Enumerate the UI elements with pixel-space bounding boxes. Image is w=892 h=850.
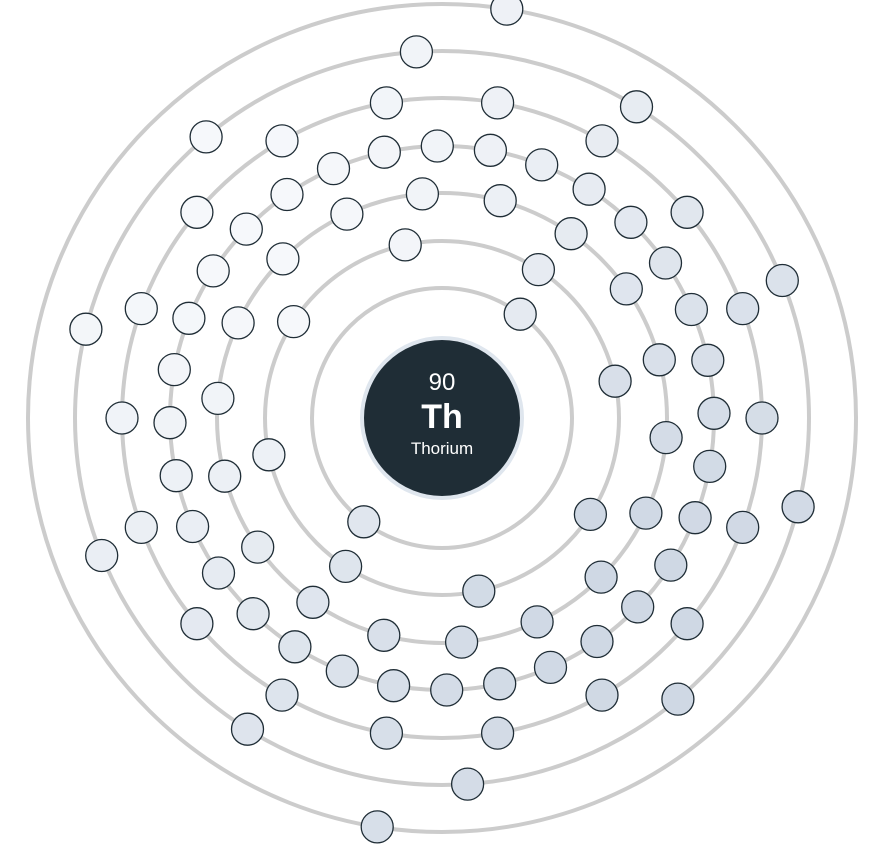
- electron-shell-5-2: [480, 86, 515, 120]
- electron-shell-4-27: [172, 301, 206, 335]
- electron-shell-5-10: [480, 716, 515, 750]
- electron-shell-3-9: [520, 605, 554, 639]
- electron-shell-6-7: [230, 712, 265, 746]
- electron-shell-4-13: [621, 590, 655, 624]
- electron-shell-2-5: [462, 574, 496, 608]
- electron-shell-4-7: [674, 292, 709, 327]
- electron-shell-3-4: [609, 272, 643, 306]
- electron-shell-5-5: [726, 291, 760, 326]
- electron-shell-7-1: [490, 0, 524, 26]
- element-name: Thorium: [411, 439, 473, 458]
- electron-shell-5-13: [180, 607, 214, 641]
- nucleus: 90 Th Thorium: [360, 336, 524, 500]
- electron-shell-3-6: [649, 420, 683, 455]
- electron-shell-5-18: [265, 124, 299, 158]
- electron-shell-6-2: [619, 90, 654, 124]
- electron-shell-5-4: [670, 195, 704, 229]
- electron-shell-7-2: [360, 810, 394, 844]
- electron-shell-6-5: [661, 682, 695, 716]
- electron-shell-4-4: [572, 172, 606, 206]
- electron-shell-4-25: [153, 406, 187, 440]
- electron-shell-5-9: [585, 678, 619, 712]
- electron-shell-4-15: [533, 650, 568, 685]
- electron-shell-3-3: [554, 217, 588, 251]
- electron-shell-5-12: [265, 678, 299, 712]
- electron-shell-3-8: [584, 560, 618, 594]
- electron-shell-4-29: [229, 212, 263, 246]
- electron-shell-3-14: [208, 459, 242, 493]
- electron-shell-6-3: [765, 263, 799, 298]
- electron-shell-3-18: [330, 197, 364, 231]
- electron-shell-4-20: [278, 630, 312, 664]
- electron-shell-4-32: [367, 135, 401, 169]
- electron-shell-4-16: [483, 667, 517, 701]
- electron-shell-4-23: [175, 509, 210, 544]
- electron-shell-4-2: [473, 133, 508, 167]
- electron-shell-5-11: [369, 716, 404, 750]
- electron-shell-2-8: [276, 304, 311, 339]
- electron-shell-4-8: [691, 343, 725, 377]
- electron-shell-4-24: [159, 459, 193, 493]
- electron-shell-5-14: [124, 510, 158, 545]
- atomic-number: 90: [429, 369, 456, 396]
- electron-shell-4-11: [678, 501, 712, 535]
- electron-shell-3-2: [483, 184, 517, 218]
- electron-shell-4-1: [420, 129, 454, 163]
- electron-shell-2-3: [598, 364, 632, 398]
- electron-shell-6-10: [189, 120, 223, 154]
- electron-shell-5-15: [105, 401, 139, 435]
- electron-shell-2-4: [573, 497, 608, 532]
- electron-shell-4-30: [270, 177, 304, 212]
- electron-shell-4-26: [157, 352, 191, 387]
- electron-shell-5-16: [124, 291, 158, 326]
- electron-shell-4-21: [236, 597, 270, 631]
- electron-shell-2-6: [328, 549, 363, 584]
- electron-shell-diagram: 90 Th Thorium: [26, 0, 858, 844]
- electron-shell-6-8: [85, 538, 119, 573]
- electron-shell-4-14: [580, 624, 614, 659]
- electron-shell-3-10: [444, 625, 479, 659]
- electron-shell-5-1: [369, 86, 404, 120]
- electron-shell-4-22: [201, 556, 236, 590]
- electron-shell-5-6: [745, 401, 779, 435]
- electron-shell-3-12: [296, 585, 330, 619]
- electron-shell-4-6: [648, 246, 683, 280]
- electron-shell-2-7: [252, 438, 286, 472]
- electron-shell-1-1: [503, 297, 537, 331]
- electron-shell-4-12: [654, 548, 688, 582]
- electron-shell-4-31: [316, 151, 351, 186]
- electron-shell-4-19: [325, 654, 359, 688]
- electron-shell-6-6: [450, 767, 485, 801]
- electron-shell-5-7: [726, 510, 760, 545]
- electron-shell-2-2: [521, 252, 556, 287]
- electron-shell-6-9: [69, 312, 103, 346]
- electron-shell-4-3: [525, 148, 559, 182]
- electron-shell-4-17: [430, 673, 464, 707]
- electron-shell-3-15: [201, 381, 235, 416]
- electron-shell-4-10: [693, 449, 727, 484]
- element-symbol: Th: [421, 398, 463, 436]
- electron-shell-4-9: [697, 396, 731, 430]
- electron-shell-6-4: [781, 490, 815, 524]
- electron-shell-3-16: [221, 306, 255, 340]
- electron-shell-3-5: [642, 343, 676, 377]
- electron-shell-4-28: [196, 254, 230, 288]
- electron-shell-2-1: [388, 228, 422, 262]
- electron-shell-6-1: [399, 35, 434, 69]
- electron-shell-3-11: [367, 618, 401, 652]
- electron-shell-4-5: [614, 205, 648, 239]
- electron-shell-4-18: [376, 669, 411, 703]
- electron-shell-5-8: [670, 607, 704, 641]
- electron-shell-3-7: [629, 496, 663, 530]
- electron-shell-5-17: [180, 195, 214, 229]
- electron-shell-5-3: [585, 124, 619, 158]
- electron-shell-3-17: [266, 242, 300, 276]
- electron-shell-1-2: [347, 505, 381, 539]
- electron-shell-3-1: [405, 177, 440, 211]
- electron-shell-3-13: [241, 530, 275, 564]
